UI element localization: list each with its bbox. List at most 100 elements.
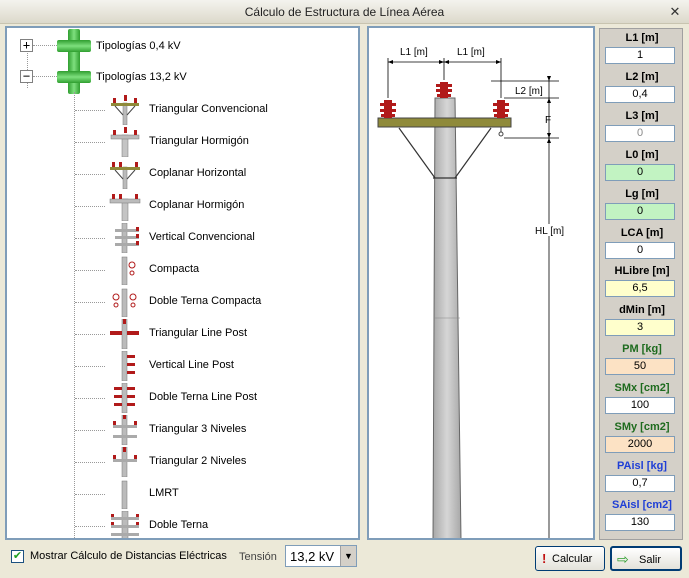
param-label: SMx [cm2] <box>614 382 670 395</box>
tree-item[interactable]: Doble Terna Compacta <box>107 287 357 318</box>
param-input[interactable]: 0 <box>605 202 675 220</box>
param-input[interactable]: 50 <box>605 358 675 376</box>
param-label: LCA [m] <box>620 226 664 239</box>
tree-connector <box>75 206 105 207</box>
tree-item[interactable]: Coplanar Horizontal <box>107 159 357 190</box>
param-input[interactable]: 0,4 <box>605 85 675 103</box>
arrow-right-icon: ⇨ <box>617 551 629 567</box>
tree-item-label: Vertical Convencional <box>149 231 255 243</box>
tree-item[interactable]: Triangular 3 Niveles <box>107 414 357 446</box>
param-input[interactable]: 0 <box>605 241 675 259</box>
structure-icon <box>107 191 143 222</box>
parameters-panel: L1 [m] 1 L2 [m] 0,4 L3 [m] 0 L0 [m] 0 Lg [m] 0 LCA… <box>599 28 683 540</box>
structure-icon <box>107 446 143 478</box>
param-field: L2 [m] 0,4 <box>600 69 684 107</box>
param-input[interactable]: 3 <box>605 319 675 337</box>
tension-select[interactable]: 13,2 kV ▼ <box>285 545 357 567</box>
param-field: LCA [m] 0 <box>600 225 684 263</box>
param-input[interactable]: 6,5 <box>605 280 675 298</box>
tree-item[interactable]: Compacta <box>107 255 357 286</box>
tree-group-04kv[interactable]: Tipologías 0,4 kV <box>96 40 181 52</box>
insulator-icon <box>493 100 509 118</box>
tree-connector <box>75 398 105 399</box>
param-field: L1 [m] 1 <box>600 30 684 68</box>
param-input[interactable]: 0 <box>605 124 675 142</box>
param-label: SAisl [cm2] <box>612 498 672 511</box>
tree-item-label: Triangular 3 Niveles <box>149 423 247 435</box>
tree-item[interactable]: Coplanar Hormigón <box>107 191 357 222</box>
show-distances-checkbox[interactable]: ✔ <box>11 550 24 563</box>
param-label: L3 [m] <box>625 109 659 122</box>
tree-item-label: Triangular Line Post <box>149 327 248 339</box>
param-input[interactable]: 100 <box>605 397 675 415</box>
dim-l1-left: L1 [m] <box>400 47 428 58</box>
tree-group-132kv[interactable]: Tipologías 13,2 kV <box>96 71 187 83</box>
tree-item[interactable]: Triangular 2 Niveles <box>107 446 357 478</box>
tree-item-label: Doble Terna <box>149 519 209 531</box>
param-input[interactable]: 0,7 <box>605 474 675 492</box>
tree-item[interactable]: Triangular Line Post <box>107 318 357 350</box>
exit-button[interactable]: ⇨ Salir <box>610 546 682 571</box>
param-input[interactable]: 130 <box>605 513 675 531</box>
structure-icon <box>107 127 143 158</box>
param-input[interactable]: 1 <box>605 47 675 64</box>
window-title: Cálculo de Estructura de Línea Aérea <box>244 5 445 19</box>
param-input[interactable]: 2000 <box>605 436 675 453</box>
tree-connector <box>75 430 105 431</box>
tree-item[interactable]: Triangular Convencional <box>107 95 357 126</box>
tree-item-label: LMRT <box>149 487 179 499</box>
tree-item[interactable]: Triangular Hormigón <box>107 127 357 158</box>
structure-icon <box>107 479 143 510</box>
insulator-icon <box>436 82 452 98</box>
tree-item[interactable]: Doble Terna Line Post <box>107 382 357 414</box>
tension-value: 13,2 kV <box>290 549 335 564</box>
param-label: HLibre [m] <box>614 265 670 278</box>
tree-item[interactable]: LMRT <box>107 479 357 510</box>
tree-connector <box>74 92 75 538</box>
tree-connector <box>75 270 105 271</box>
collapse-toggle-132kv[interactable]: − <box>20 70 33 83</box>
tree-connector <box>75 142 105 143</box>
crossarm <box>377 117 512 128</box>
calculate-button[interactable]: ! Calcular <box>535 546 605 571</box>
green-cross-icon <box>57 60 91 94</box>
tension-label: Tensión <box>239 551 277 563</box>
show-distances-label: Mostrar Cálculo de Distancias Eléctricas <box>30 550 227 562</box>
tree-connector <box>75 462 105 463</box>
structure-drawing: L1 [m] L1 [m] L2 [m] F HL [m] <box>367 26 595 541</box>
dim-hl: HL [m] <box>535 226 564 237</box>
param-label: PAisl [kg] <box>617 459 667 472</box>
param-field: SMy [cm2] 2000 <box>600 419 684 457</box>
insulator-icon <box>380 100 396 118</box>
crossarm-brace <box>398 127 436 179</box>
crossarm-brace <box>454 127 492 179</box>
tree-connector <box>75 526 105 527</box>
param-label: L1 [m] <box>625 32 659 44</box>
dim-l1-right: L1 [m] <box>457 47 485 58</box>
tree-connector <box>75 110 105 111</box>
param-label: SMy [cm2] <box>614 421 670 433</box>
param-label: L2 [m] <box>625 70 659 83</box>
chevron-down-icon[interactable]: ▼ <box>340 546 356 566</box>
main-window: Cálculo de Estructura de Línea Aérea ✕ +… <box>0 0 689 578</box>
param-label: Lg [m] <box>625 187 659 200</box>
tree-item-label: Doble Terna Line Post <box>149 391 258 403</box>
param-field: L0 [m] 0 <box>600 147 684 185</box>
tree-item-label: Doble Terna Compacta <box>149 295 262 307</box>
param-field: Lg [m] 0 <box>600 186 684 224</box>
expand-toggle-04kv[interactable]: + <box>20 39 33 52</box>
exit-label: Salir <box>639 554 662 566</box>
tree-connector <box>75 302 105 303</box>
tree-item[interactable]: Doble Terna <box>107 510 357 538</box>
tree-item-label: Vertical Line Post <box>149 359 234 371</box>
structure-icon <box>107 318 143 350</box>
tree-item[interactable]: Vertical Convencional <box>107 222 357 254</box>
tree-item-label: Triangular Convencional <box>149 103 268 115</box>
close-icon[interactable]: ✕ <box>667 4 683 20</box>
param-input[interactable]: 0 <box>605 163 675 181</box>
dim-f: F <box>545 115 551 126</box>
tree-item-label: Triangular 2 Niveles <box>149 455 247 467</box>
tree-connector <box>75 174 105 175</box>
param-label: dMin [m] <box>619 304 665 317</box>
tree-item[interactable]: Vertical Line Post <box>107 350 357 382</box>
